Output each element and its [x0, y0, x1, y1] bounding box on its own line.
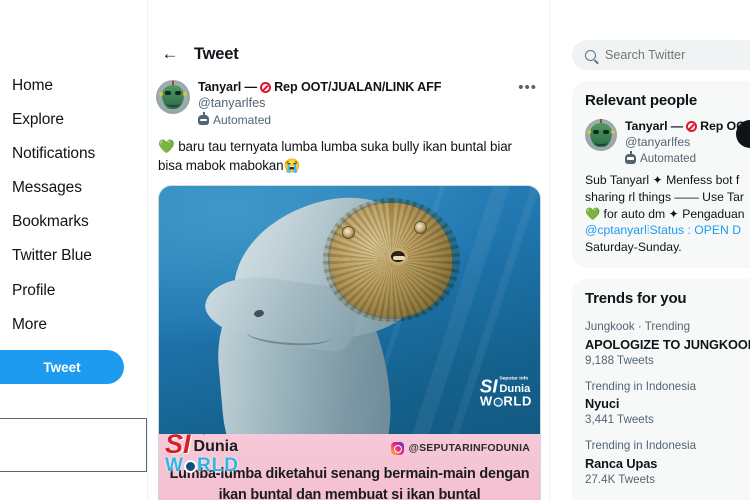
automated-label: Automated [640, 152, 697, 165]
bio-line: Saturday-Sunday. [585, 240, 682, 255]
avatar-eye-right [603, 130, 609, 134]
sidebar-item-home[interactable]: Home [12, 78, 136, 94]
nav-list: Home Explore Notifications Messages Book… [12, 78, 136, 351]
tweet-detail-column: ← Tweet Tanyarl — Rep OOT/JUALAN/LINK AF… [148, 0, 550, 500]
trend-count: 9,188 Tweets [585, 353, 654, 367]
no-entry-icon [260, 81, 272, 93]
robot-icon [198, 112, 209, 125]
pufferfish-eye-right [414, 220, 428, 234]
pufferfish-mouth [387, 247, 408, 265]
instagram-handle: @SEPUTARINFODUNIA [408, 442, 530, 455]
trend-count: 27.4K Tweets [585, 472, 656, 486]
author-display-name: Tanyarl — [198, 80, 258, 94]
automated-badge: Automated [625, 150, 750, 165]
sidebar-item-messages[interactable]: Messages [12, 180, 136, 196]
bio-line: sharing rl things —— Use Tar [585, 189, 744, 204]
author-handle[interactable]: @tanyarlfes [198, 96, 535, 110]
sidebar-item-more[interactable]: More [12, 317, 136, 333]
bio-line: Sub Tanyarl ✦ Menfess bot f [585, 173, 740, 187]
caption-watermark-world: W RLD [165, 454, 239, 476]
trend-category: Jungkook · Trending [585, 320, 691, 334]
tweet-media-card[interactable]: SI Seputar Info Dunia WRLD SI Seputar In… [158, 184, 541, 500]
tweet-body-text: 💚 baru tau ternyata lumba lumba suka bul… [158, 139, 512, 174]
author-meta: Tanyarl — Rep OOT/JUALAN/LINK AFF @tanya… [198, 80, 535, 127]
avatar-bolt-left [587, 130, 591, 134]
trend-name: Ranca Upas [585, 455, 658, 471]
globe-icon [493, 397, 503, 407]
relevant-person-display-name: Tanyarl — [625, 119, 684, 133]
tweet-photo: SI Seputar Info Dunia W RLD [159, 185, 540, 434]
back-arrow-icon[interactable]: ← [156, 40, 184, 68]
trend-item[interactable]: Jungkook · Trending APOLOGIZE TO JUNGKOO… [585, 320, 750, 366]
bio-line-mention[interactable]: @cptanyarl⦙Status : OPEN D [585, 222, 750, 239]
trend-category: Trending in Indonesia [585, 379, 697, 393]
no-entry-icon [686, 120, 698, 132]
watermark-tagline: Seputar Info [499, 375, 529, 381]
avatar[interactable] [585, 119, 617, 151]
meme-caption-strip: SI Seputar Info Dunia WRLD @SEPUTARINFOD… [159, 433, 540, 500]
trends-title: Trends for you [585, 290, 687, 308]
more-horizontal-icon[interactable]: ••• [518, 80, 537, 95]
search-icon [585, 49, 596, 61]
trend-item[interactable]: Trending in Indonesia Ranca Upas 27.4K T… [585, 439, 750, 485]
avatar-mouth [595, 140, 608, 146]
trend-count: 3,441 Tweets [585, 413, 654, 427]
tweet-button[interactable]: Tweet [0, 350, 124, 384]
avatar-bolt-right [611, 130, 615, 134]
twitter-app: Home Explore Notifications Messages Book… [0, 0, 750, 500]
watermark-world: W RLD [479, 394, 532, 409]
relevant-person-bio: Sub Tanyarl ✦ Menfess bot f sharing rl t… [585, 172, 750, 256]
author-name-suffix: Rep OOT/JUALAN/LINK AFF [274, 80, 442, 94]
instagram-icon [390, 441, 404, 455]
trends-card: Trends for you Jungkook · Trending APOLO… [572, 279, 750, 500]
avatar-eye-left [593, 130, 599, 134]
compose-placeholder-box[interactable] [0, 418, 147, 472]
tweet-author-row: Tanyarl — Rep OOT/JUALAN/LINK AFF @tanya… [148, 72, 549, 127]
left-sidebar-nav: Home Explore Notifications Messages Book… [0, 0, 148, 500]
instagram-credit: @SEPUTARINFODUNIA [390, 441, 530, 455]
search-input[interactable] [605, 48, 750, 62]
avatar-bolt-right [183, 92, 187, 96]
relevant-person-meta: Tanyarl — Rep OO... @tanyarlfes Automate… [625, 119, 750, 165]
search-bar[interactable] [572, 40, 750, 70]
watermark-si: SI [479, 376, 498, 397]
bio-line: 💚 for auto dm ✦ Pengaduan [585, 206, 745, 221]
avatar-bolt-left [159, 92, 163, 96]
sidebar-item-bookmarks[interactable]: Bookmarks [12, 214, 136, 230]
globe-icon [183, 459, 197, 473]
robot-icon [625, 150, 636, 164]
column-header: ← Tweet [148, 36, 549, 72]
caption-watermark-tagline: Seputar Info [194, 434, 238, 435]
automated-label: Automated [213, 113, 272, 127]
trend-name: APOLOGIZE TO JUNGKOOK [585, 336, 750, 352]
author-name-line[interactable]: Tanyarl — Rep OOT/JUALAN/LINK AFF [198, 80, 535, 94]
caption-watermark-dunia: Dunia [193, 437, 238, 455]
automated-badge: Automated [198, 112, 535, 127]
caption-watermark-si: SI [165, 433, 191, 460]
caption-watermark: SI Seputar Info Dunia WRLD [165, 434, 239, 475]
relevant-person-name[interactable]: Tanyarl — Rep OO... [625, 119, 750, 133]
trend-category: Trending in Indonesia [585, 439, 697, 453]
sidebar-item-profile[interactable]: Profile [12, 283, 136, 299]
photo-watermark: SI Seputar Info Dunia W RLD [480, 371, 532, 408]
relevant-person-handle[interactable]: @tanyarlfes [625, 135, 750, 149]
avatar-eye-left [165, 91, 171, 95]
pufferfish-eye-left [341, 225, 355, 239]
page-title: Tweet [194, 44, 239, 63]
sidebar-item-explore[interactable]: Explore [12, 112, 136, 128]
avatar-eye-right [175, 91, 181, 95]
sidebar-item-notifications[interactable]: Notifications [12, 146, 136, 162]
watermark-dunia: Dunia [499, 381, 531, 395]
avatar-mouth [167, 101, 180, 107]
relevant-people-card: Relevant people Tanyarl — Rep OO... [572, 81, 750, 269]
relevant-people-title: Relevant people [585, 92, 698, 109]
trend-item[interactable]: Trending in Indonesia Nyuci 3,441 Tweets [585, 380, 750, 426]
right-sidebar: Relevant people Tanyarl — Rep OO... [550, 0, 750, 500]
sidebar-item-twitter-blue[interactable]: Twitter Blue [12, 248, 136, 264]
relevant-person-row[interactable]: Tanyarl — Rep OO... @tanyarlfes Automate… [585, 119, 750, 165]
avatar[interactable] [156, 80, 190, 114]
trend-name: Nyuci [585, 396, 620, 412]
